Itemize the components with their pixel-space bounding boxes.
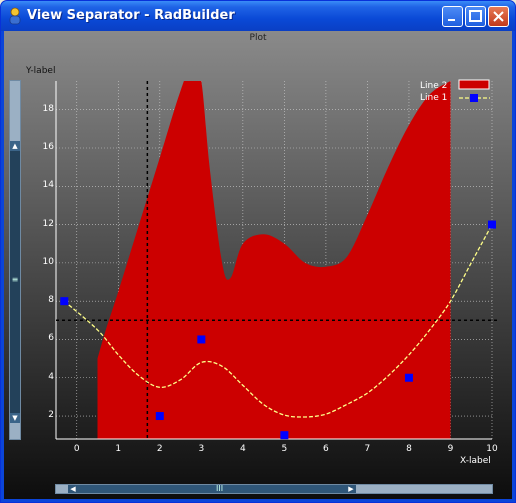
- scroll-left-arrow-icon[interactable]: ◀: [68, 485, 78, 493]
- x-tick-label: 5: [281, 444, 288, 454]
- x-tick-label: 1: [115, 444, 122, 454]
- maximize-icon: [469, 10, 482, 22]
- maximize-button[interactable]: [465, 6, 486, 27]
- vertical-scrollbar[interactable]: ▲ ≡ ▼: [9, 80, 21, 440]
- y-tick-label: 10: [42, 256, 54, 267]
- line-1-marker: [60, 297, 69, 306]
- x-tick-label: 6: [323, 444, 329, 454]
- scroll-up-arrow-icon[interactable]: ▲: [10, 141, 20, 151]
- y-tick-label: 18: [42, 103, 54, 114]
- x-tick-label: 0: [73, 444, 80, 454]
- area-series-line-2: [97, 81, 451, 439]
- line-1-marker: [280, 431, 289, 440]
- line-1-marker: [197, 335, 206, 344]
- minimize-button[interactable]: [442, 6, 463, 27]
- x-tick-label: 4: [239, 444, 246, 454]
- y-tick-label: 14: [42, 180, 54, 191]
- line-1-marker: [488, 220, 496, 229]
- x-tick-label: 10: [486, 444, 498, 454]
- y-tick-label: 2: [48, 410, 54, 421]
- x-tick-label: 2: [156, 444, 163, 454]
- title-bar[interactable]: View Separator - RadBuilder: [1, 1, 515, 31]
- vertical-scroll-track-bottom[interactable]: [10, 423, 20, 439]
- line-1-marker: [404, 373, 413, 382]
- x-tick-label: 8: [406, 444, 412, 454]
- app-window: View Separator - RadBuilder Plot Y-label…: [0, 0, 516, 503]
- horizontal-scrollbar[interactable]: ◀ III ▶: [55, 484, 493, 494]
- y-tick-label: 8: [48, 295, 54, 306]
- close-button[interactable]: [488, 6, 509, 27]
- close-icon: [493, 11, 504, 22]
- x-tick-label: 7: [364, 444, 371, 454]
- app-person-icon: [9, 7, 21, 25]
- y-tick-label: 12: [42, 218, 54, 229]
- y-tick-label: 16: [42, 142, 54, 152]
- legend-marker-line-1: [470, 94, 478, 102]
- minimize-icon: [448, 19, 455, 21]
- x-tick-label: 9: [447, 444, 454, 454]
- scroll-right-arrow-icon[interactable]: ▶: [346, 485, 356, 493]
- y-tick-label: 4: [48, 371, 54, 382]
- horizontal-scroll-thumb[interactable]: ◀ III ▶: [68, 484, 356, 493]
- x-tick-label: 3: [198, 444, 205, 454]
- y-tick-label: 6: [48, 333, 54, 344]
- scroll-down-arrow-icon[interactable]: ▼: [10, 413, 20, 423]
- line-1-marker: [155, 412, 164, 421]
- window-title: View Separator - RadBuilder: [27, 8, 235, 23]
- legend-label-line-2: Line 2: [420, 81, 448, 91]
- vertical-scroll-track-top[interactable]: [10, 81, 20, 141]
- vertical-scroll-grip-icon[interactable]: ≡: [10, 276, 20, 284]
- horizontal-scroll-grip-icon[interactable]: III: [216, 484, 223, 493]
- legend-swatch-line-2: [458, 79, 490, 90]
- plot-area-background: Plot Y-label X-label 2 4 6 8 10 12 14 16 18 0123…: [4, 31, 512, 499]
- legend-label-line-1: Line 1: [420, 93, 448, 103]
